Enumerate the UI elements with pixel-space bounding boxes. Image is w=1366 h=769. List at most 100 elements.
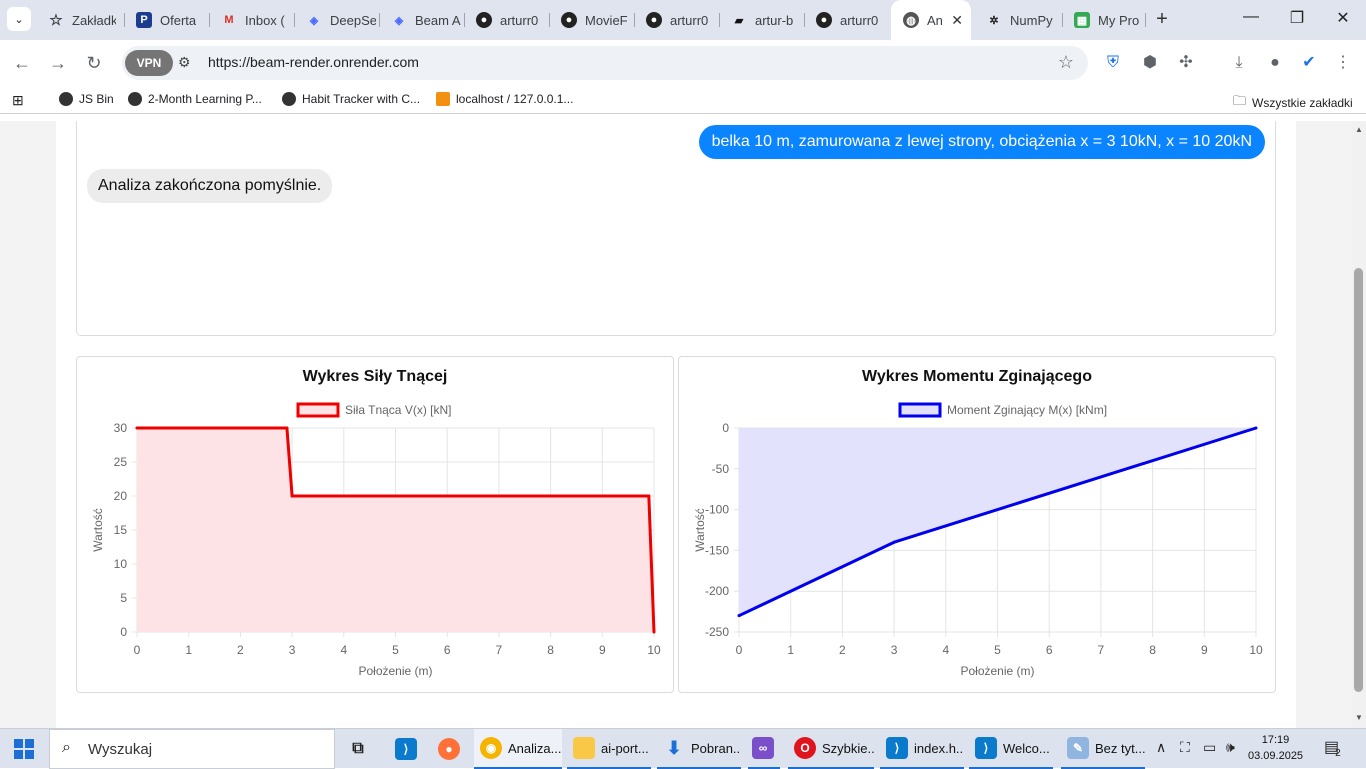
bookmark-item[interactable]: 2-Month Learning P...	[128, 92, 262, 106]
tab[interactable]: ● arturr0	[636, 6, 716, 34]
taskbar-app[interactable]: ⟩ index.h...	[880, 729, 964, 769]
x-tick-label: 0	[134, 643, 141, 657]
opera-icon: O	[794, 737, 816, 759]
battery-icon[interactable]: ▭	[1203, 739, 1216, 756]
taskbar-app[interactable]: ✎ Bez tyt...	[1061, 729, 1145, 769]
taskbar: ⌕ Wyszukaj ⧉ ⟩ ● ◉ Analiza... ai-port... …	[0, 728, 1366, 769]
url-text[interactable]: https://beam-render.onrender.com	[208, 54, 419, 70]
chat-window: belka 10 m, zamurowana z lewej strony, o…	[76, 121, 1276, 336]
back-button[interactable]: ←	[10, 51, 34, 75]
y-tick-label: -150	[705, 543, 729, 557]
x-tick-label: 1	[185, 643, 192, 657]
bookmark-item[interactable]: JS Bin	[59, 92, 114, 106]
close-window-button[interactable]: ✕	[1320, 8, 1366, 28]
windows-start-icon[interactable]	[14, 739, 34, 759]
tab[interactable]: ◈ DeepSe	[296, 6, 376, 34]
clock[interactable]: 17:19 03.09.2025	[1248, 732, 1303, 764]
security-check-icon[interactable]: ✔	[1299, 53, 1319, 73]
page-viewport: belka 10 m, zamurowana z lewej strony, o…	[0, 121, 1352, 729]
address-bar[interactable]: VPN ⚙ https://beam-render.onrender.com ☆	[122, 46, 1088, 80]
tab[interactable]: ● arturr0	[466, 6, 546, 34]
y-tick-label: 5	[120, 591, 127, 605]
scroll-down-icon[interactable]: ▼	[1355, 713, 1363, 722]
taskbar-app[interactable]: ◉ Analiza...	[474, 729, 562, 769]
tab-search-button[interactable]: ⌄	[7, 7, 31, 31]
deepseek-icon: ◈	[394, 14, 404, 27]
x-axis-label: Położenie (m)	[960, 664, 1034, 678]
volume-icon[interactable]: 🕪	[1226, 739, 1235, 756]
taskbar-app[interactable]: ⟩ Welco...	[969, 729, 1053, 769]
data-point	[892, 540, 896, 544]
tab[interactable]: ▦ My Pro	[1064, 6, 1144, 34]
tab[interactable]: ● arturr0	[806, 6, 886, 34]
taskbar-app[interactable]: ⬇ Pobran...	[657, 729, 741, 769]
notifications-icon[interactable]: ▤2	[1324, 737, 1345, 759]
puzzle-icon[interactable]: ✣	[1176, 53, 1196, 73]
apps-icon[interactable]: ⊞	[12, 92, 24, 109]
tab[interactable]: P Oferta	[126, 6, 206, 34]
close-icon[interactable]: ✕	[951, 12, 963, 29]
vscode-icon: ⟩	[395, 738, 417, 760]
scrollbar-thumb[interactable]	[1354, 268, 1363, 692]
extension-icon[interactable]: ⬢	[1140, 53, 1160, 73]
phpmyadmin-icon	[436, 92, 450, 106]
reload-button[interactable]: ↻	[82, 51, 106, 75]
render-icon: ▰	[734, 14, 744, 27]
github-icon: ●	[476, 12, 492, 28]
x-tick-label: 10	[1249, 643, 1263, 657]
y-tick-label: -50	[712, 462, 730, 476]
network-icon[interactable]: ⛶	[1180, 739, 1190, 756]
taskbar-app[interactable]: O Szybkie...	[788, 729, 874, 769]
download-icon[interactable]: ⤓	[1229, 53, 1249, 73]
legend-swatch	[898, 402, 942, 418]
firefox-icon: ●	[438, 738, 460, 760]
taskbar-search[interactable]: ⌕ Wyszukaj	[49, 729, 335, 769]
taskbar-app[interactable]: ●	[438, 729, 466, 769]
y-tick-label: -200	[705, 584, 729, 598]
openai-icon: ✲	[989, 14, 999, 27]
shield-icon[interactable]: ⛨	[1103, 53, 1123, 73]
search-icon: ⌕	[62, 739, 71, 756]
legend-swatch	[296, 402, 340, 418]
profile-icon[interactable]: ●	[1265, 53, 1285, 73]
x-axis-label: Położenie (m)	[358, 664, 432, 678]
data-point	[737, 614, 741, 618]
star-icon: ☆	[49, 12, 63, 29]
forward-button[interactable]: →	[46, 51, 70, 75]
bookmark-item[interactable]: Habit Tracker with C...	[282, 92, 420, 106]
y-axis-label: Wartość	[91, 508, 105, 552]
tab[interactable]: ☆ Zakładk	[38, 6, 116, 34]
chevron-up-icon[interactable]: ∧	[1156, 739, 1166, 756]
menu-icon[interactable]: ⋮	[1333, 53, 1353, 73]
new-tab-button[interactable]: +	[1152, 9, 1172, 29]
taskbar-task-view[interactable]: ⧉	[347, 729, 375, 769]
download-icon: ⬇	[666, 737, 682, 758]
tab[interactable]: ▰ artur-b	[721, 6, 801, 34]
tab-active[interactable]: ◍ An ✕	[891, 0, 971, 40]
tab[interactable]: ◈ Beam A	[381, 6, 461, 34]
restore-button[interactable]: ❐	[1274, 8, 1320, 28]
taskbar-app[interactable]: ai-port...	[567, 729, 651, 769]
tab[interactable]: M Inbox (	[211, 6, 291, 34]
x-tick-label: 8	[1149, 643, 1156, 657]
tab[interactable]: ✲ NumPy	[976, 6, 1061, 34]
taskbar-app[interactable]: ∞	[748, 729, 780, 769]
x-tick-label: 9	[1201, 643, 1208, 657]
all-bookmarks-folder[interactable]: 🗀 Wszystkie zakładki	[1233, 92, 1353, 114]
y-tick-label: 15	[114, 523, 128, 537]
site-settings-icon[interactable]: ⚙	[178, 54, 191, 71]
tab[interactable]: ● MovieF	[551, 6, 631, 34]
browser-toolbar: ← → ↻ VPN ⚙ https://beam-render.onrender…	[0, 40, 1366, 86]
deepseek-icon: ◈	[309, 14, 319, 27]
vpn-badge[interactable]: VPN	[125, 50, 173, 76]
data-point	[1254, 426, 1258, 430]
page-scrollbar[interactable]: ▲ ▼	[1352, 121, 1366, 729]
user-message: belka 10 m, zamurowana z lewej strony, o…	[698, 125, 1265, 159]
bookmark-star-icon[interactable]: ☆	[1058, 52, 1074, 73]
globe-icon: ◍	[903, 12, 919, 28]
scroll-up-icon[interactable]: ▲	[1355, 125, 1363, 134]
bookmark-item[interactable]: localhost / 127.0.0.1...	[436, 92, 573, 106]
x-tick-label: 7	[1098, 643, 1105, 657]
minimize-button[interactable]: —	[1228, 8, 1274, 26]
taskbar-app[interactable]: ⟩	[395, 729, 423, 769]
